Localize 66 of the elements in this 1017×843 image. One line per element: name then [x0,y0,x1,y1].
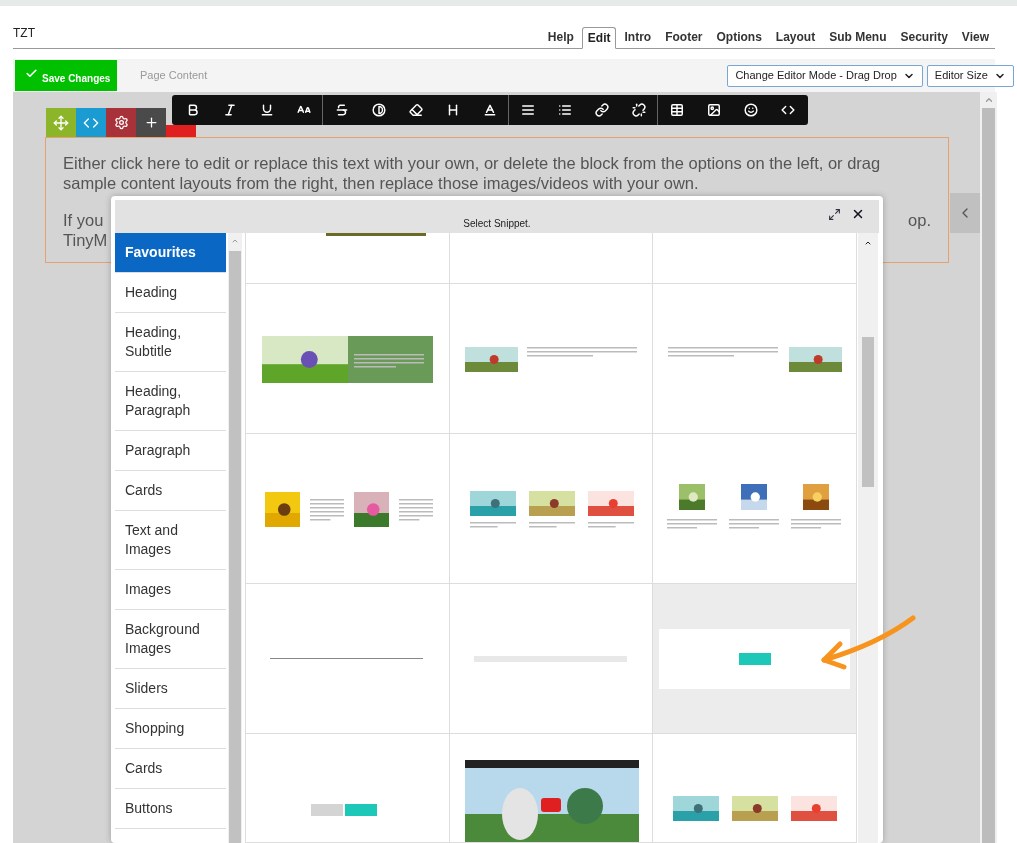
snippet-tile[interactable] [449,734,654,843]
italic-icon [222,103,237,117]
nav-tab[interactable]: Layout [769,26,822,48]
list-icon [557,103,572,117]
paragraph-fragment: TinyM [63,230,108,250]
snippet-tile[interactable] [246,734,450,843]
align-icon [520,103,535,117]
settings-button[interactable] [106,108,136,137]
unlink-icon [631,103,646,117]
nav-tab[interactable]: Sub Menu [823,26,893,48]
snippet-tile[interactable] [246,434,450,584]
snippet-tile[interactable] [246,233,450,284]
scroll-thumb[interactable] [862,337,874,487]
nav-tab[interactable]: Help [541,26,580,48]
nav-tab[interactable]: Security [894,26,954,48]
snippet-tile[interactable] [246,584,450,734]
link-icon [594,103,609,117]
code-icon [780,103,795,117]
dialog-title: Select Snippet. [463,217,531,231]
close-icon [851,207,865,221]
emoji-icon [743,103,758,117]
text-color-icon [482,103,497,117]
table-icon [669,103,684,117]
section-label: Page Content [140,68,208,84]
add-button[interactable] [136,108,166,137]
underline-icon [259,103,274,117]
nav-tab[interactable]: Intro [618,26,658,48]
maximize-icon [827,207,841,221]
nav-tab[interactable]: Footer [659,26,709,48]
contrast-icon [371,103,386,117]
dropdown[interactable]: Change Editor Mode - Drag Drop [727,64,923,87]
snippet-tile[interactable] [449,284,654,434]
scroll-up-icon [231,237,239,245]
nav-tab[interactable]: Options [710,26,768,48]
strikethrough-icon [334,103,349,117]
eraser-icon [408,103,423,117]
check-icon [25,67,38,80]
paragraph: Either click here to edit or replace this text with your own, or delete the block from the options on the left, or drag sample content layouts from the right, then replace those images/videos with your own. [63,153,882,193]
scroll-thumb[interactable] [982,108,995,843]
snippet-tile[interactable] [653,284,857,434]
nav-tab[interactable]: View [955,26,995,48]
snippet-tile[interactable] [449,434,654,584]
scroll-thumb[interactable] [229,251,241,843]
settings-icon [113,115,129,130]
plus-icon [143,115,159,130]
site-name: TZT [13,25,35,42]
snippet-tile[interactable] [653,584,857,734]
snippet-tile[interactable] [449,233,654,284]
image-icon [706,103,721,117]
scroll-up-icon [864,239,872,247]
scrollbar[interactable] [980,92,997,843]
paragraph-fragment: op. [908,210,931,230]
maximize-button[interactable] [826,206,842,222]
dropdown[interactable]: Editor Size [926,64,1014,87]
snippet-tile[interactable] [449,584,654,734]
snippet-tile[interactable] [653,233,857,284]
snippet-tile[interactable] [653,734,857,843]
move-icon [53,114,69,131]
scroll-up-icon [983,95,994,105]
snippet-tile[interactable] [246,284,450,434]
category-scrollbar[interactable] [228,233,242,843]
snippet-tile[interactable] [653,434,857,584]
nav-tab[interactable]: Edit [581,27,617,49]
category-item[interactable]: Favourites [115,233,226,273]
paragraph-fragment: If you [63,210,104,230]
snippet-scrollbar[interactable] [858,233,878,843]
